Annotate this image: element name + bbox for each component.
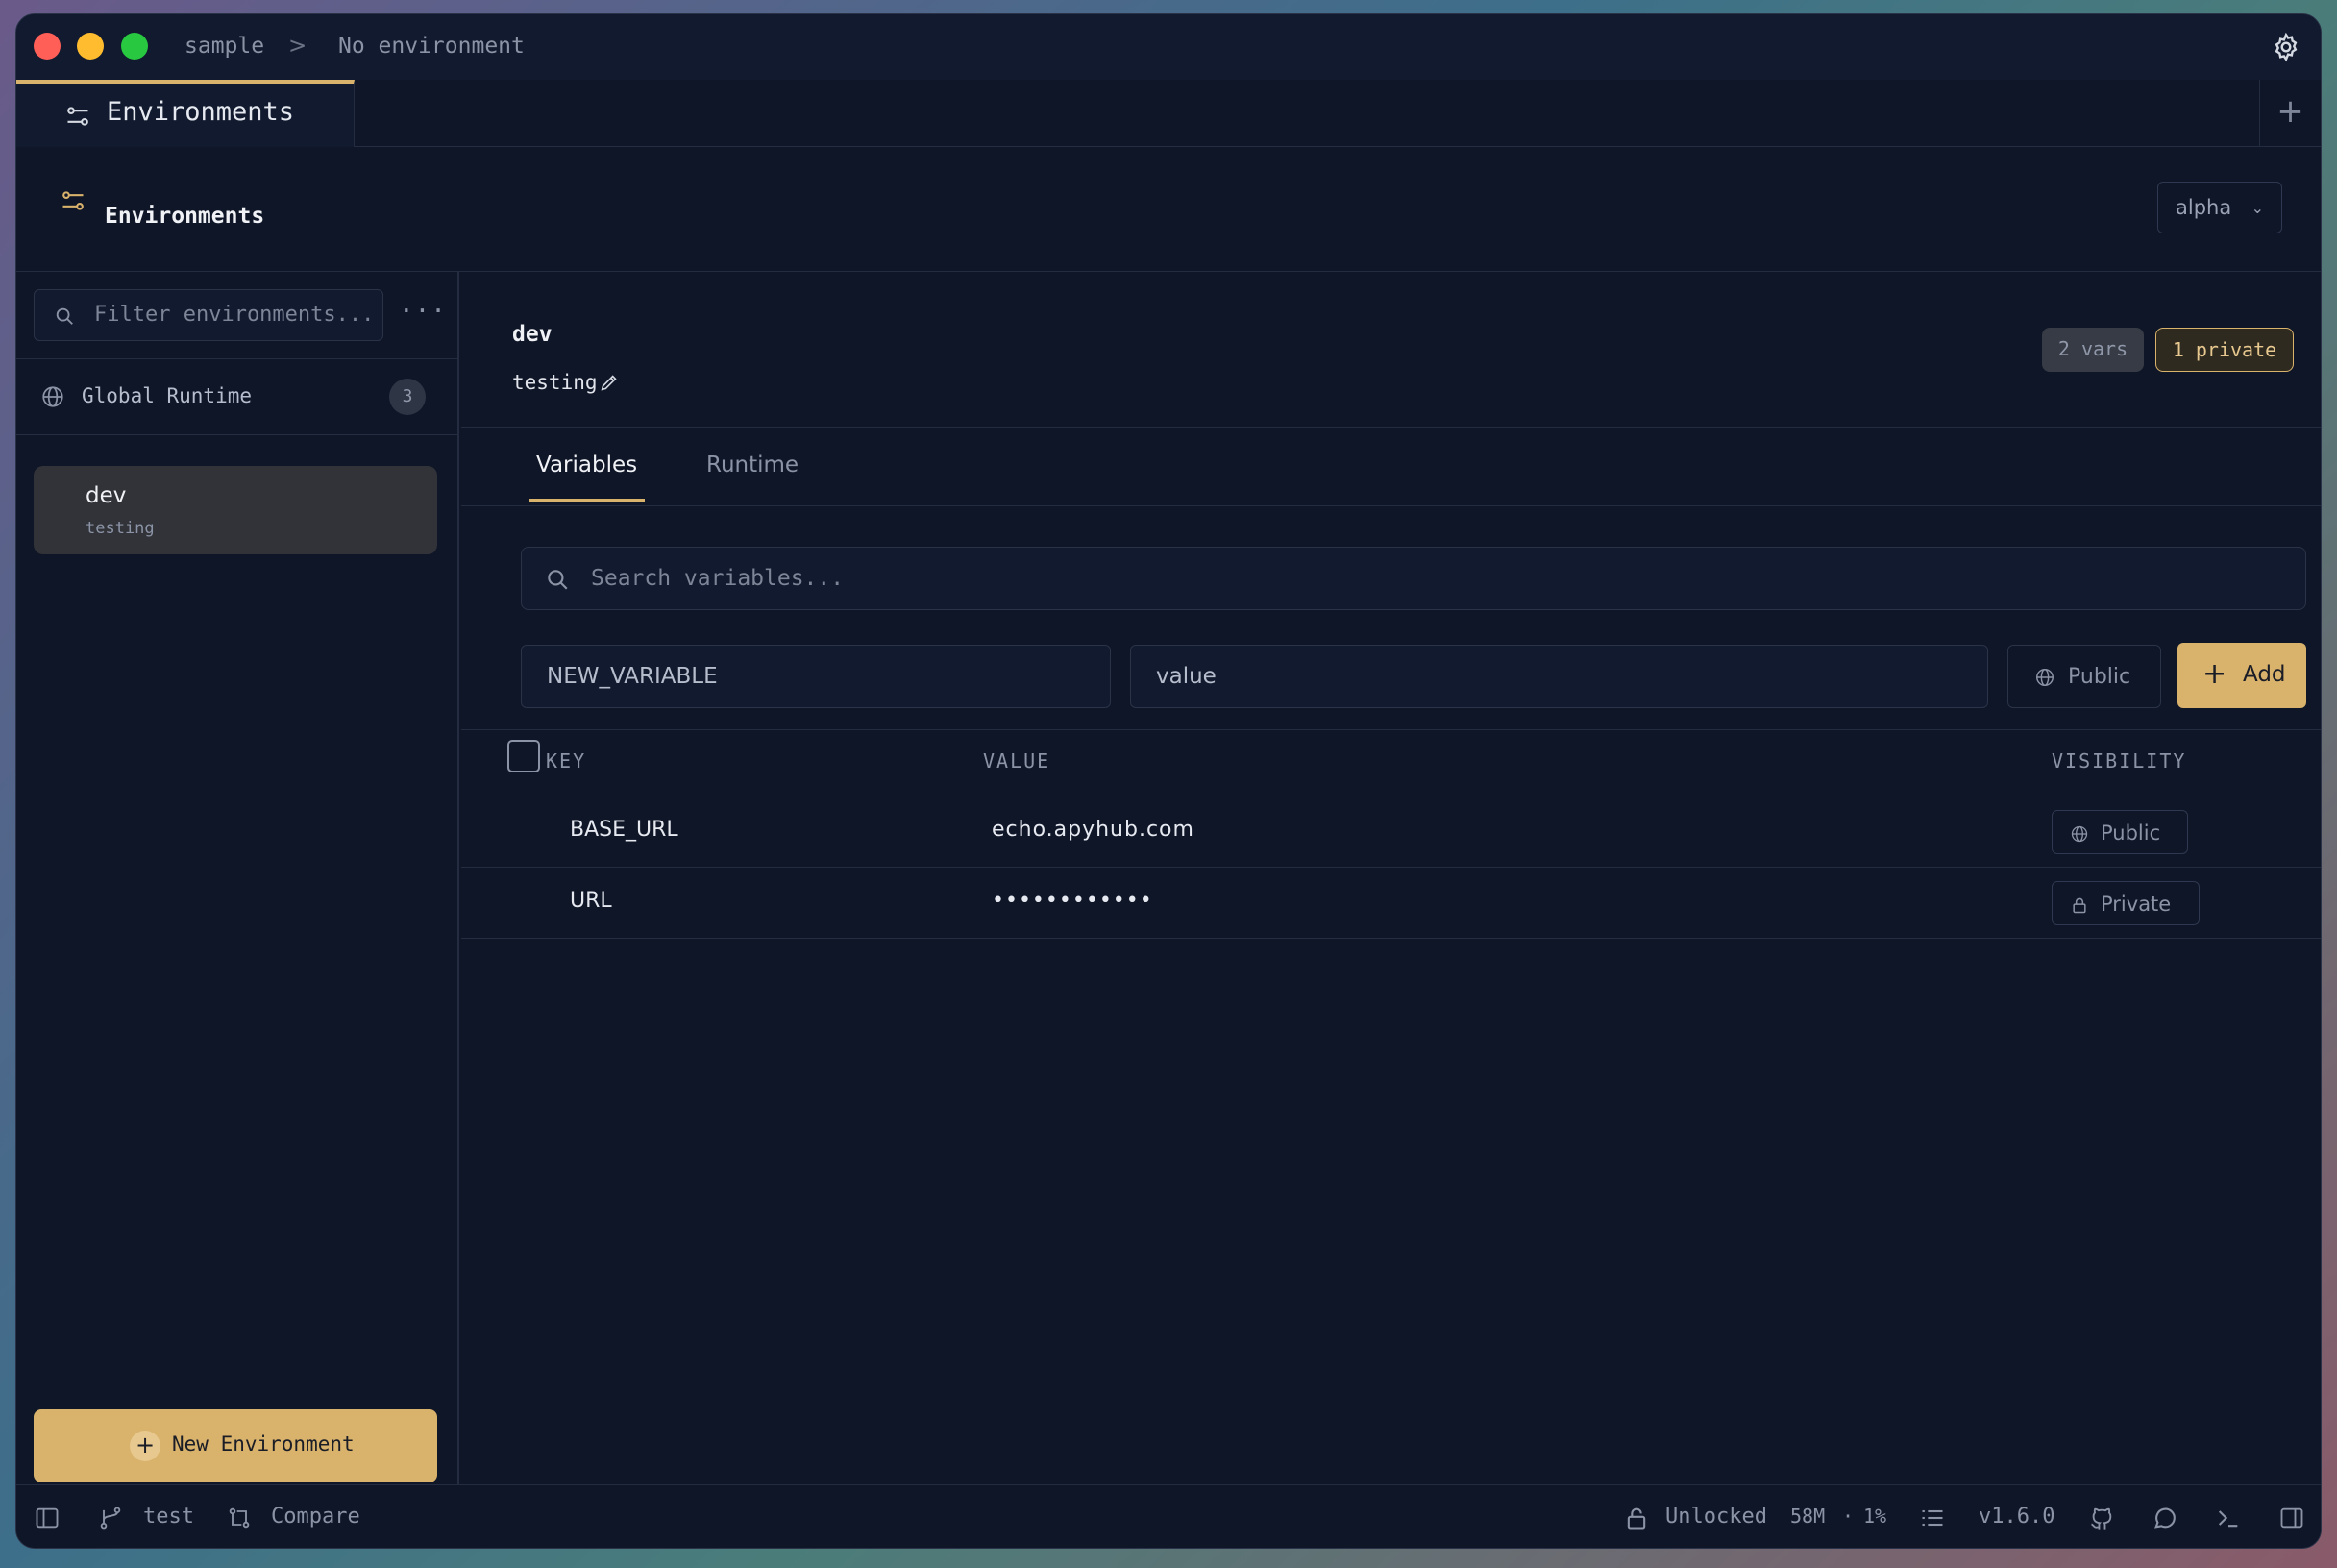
tab-bar: Environments + [16, 80, 2321, 147]
global-runtime-label: Global Runtime [82, 384, 253, 407]
new-variable-key-input[interactable]: NEW_VARIABLE [521, 645, 1111, 708]
github-icon[interactable] [2088, 1505, 2115, 1531]
plus-icon: + [2202, 657, 2227, 691]
unlock-icon [1627, 1507, 1646, 1530]
page-header: Environments alpha ⌄ [16, 147, 2321, 272]
git-branch-icon [100, 1507, 121, 1530]
minimize-window-button[interactable] [77, 33, 104, 60]
lock-icon [2073, 897, 2086, 914]
channel-select-value: alpha [2176, 196, 2232, 219]
visibility-label: Private [2101, 893, 2172, 916]
environment-tabs: Variables Runtime [461, 428, 2321, 506]
filter-placeholder: Filter environments... [94, 303, 375, 327]
environments-sidebar: Filter environments... ··· Global Runtim… [16, 272, 459, 1484]
maximize-window-button[interactable] [121, 33, 148, 60]
visibility-badge-public[interactable]: Public [2052, 810, 2188, 854]
globe-icon [42, 386, 63, 407]
pencil-icon[interactable] [599, 372, 620, 393]
panel-right-icon[interactable] [2278, 1505, 2305, 1531]
column-header-visibility: VISIBILITY [2052, 749, 2187, 772]
chevron-down-icon: ⌄ [2251, 199, 2264, 217]
visibility-toggle-label: Public [2068, 665, 2131, 689]
search-placeholder: Search variables... [591, 566, 845, 591]
globe-icon [2071, 825, 2088, 843]
status-bar: test Compare Unlocked 58M · 1% v1.6.0 [16, 1484, 2321, 1548]
memory-usage: 58M [1790, 1505, 1826, 1528]
page-title: Environments [105, 204, 265, 229]
select-all-checkbox[interactable] [507, 740, 540, 772]
more-options-button[interactable]: ··· [399, 297, 447, 326]
visibility-toggle-button[interactable]: Public [2007, 645, 2161, 708]
global-runtime-count: 3 [389, 379, 426, 415]
new-tab-button[interactable]: + [2259, 80, 2321, 147]
filter-environments-input[interactable]: Filter environments... [34, 289, 383, 341]
column-header-key: KEY [546, 749, 587, 772]
environment-name: dev [512, 322, 553, 347]
visibility-badge-private[interactable]: Private [2052, 881, 2200, 925]
global-runtime-item[interactable]: Global Runtime 3 [16, 358, 457, 435]
title-bar: sample > No environment [16, 14, 2321, 80]
visibility-label: Public [2101, 821, 2161, 845]
column-header-value: VALUE [983, 749, 1051, 772]
branch-name[interactable]: test [143, 1505, 194, 1529]
variable-value: echo.apyhub.com [992, 818, 1194, 842]
lock-status[interactable]: Unlocked [1665, 1505, 1767, 1529]
new-variable-value-input[interactable]: value [1130, 645, 1988, 708]
stat-separator: · [1842, 1505, 1855, 1528]
list-icon[interactable] [1919, 1505, 1946, 1531]
add-variable-button[interactable]: + Add [2177, 643, 2306, 708]
sidebar-item-dev[interactable]: dev testing [34, 466, 437, 554]
plus-icon: + [130, 1431, 160, 1461]
variable-value-masked: •••••••••••• [992, 889, 1153, 913]
gear-icon[interactable] [2271, 32, 2301, 62]
table-row[interactable]: BASE_URL echo.apyhub.com Public [461, 796, 2321, 868]
table-row[interactable]: URL •••••••••••• Private [461, 868, 2321, 939]
compare-button[interactable]: Compare [271, 1505, 360, 1529]
new-environment-label: New Environment [172, 1433, 355, 1456]
new-environment-button[interactable]: + New Environment [34, 1409, 437, 1482]
search-variables-input[interactable]: Search variables... [521, 547, 2306, 610]
tab-runtime[interactable]: Runtime [706, 453, 799, 478]
compare-icon [229, 1507, 250, 1529]
chat-icon[interactable] [2152, 1505, 2178, 1531]
search-icon [56, 307, 73, 325]
environment-detail: dev testing 2 vars 1 private Variables R… [461, 272, 2321, 1484]
tab-variables[interactable]: Variables [528, 453, 646, 502]
globe-icon [2036, 669, 2054, 686]
environment-description: testing [512, 371, 598, 394]
tab-environments[interactable]: Environments [16, 80, 355, 147]
close-window-button[interactable] [34, 33, 61, 60]
terminal-icon[interactable] [2215, 1505, 2242, 1531]
variable-key: URL [570, 889, 612, 913]
variables-table-header: KEY VALUE VISIBILITY [461, 729, 2321, 796]
search-icon [548, 570, 568, 590]
add-variable-label: Add [2243, 662, 2286, 687]
breadcrumb-environment[interactable]: No environment [338, 34, 525, 59]
sliders-icon [67, 107, 88, 126]
variable-key: BASE_URL [570, 818, 678, 842]
environment-header: dev testing 2 vars 1 private [461, 272, 2321, 428]
env-item-name: dev [86, 483, 127, 508]
tab-label: Environments [107, 97, 295, 127]
sidebar-toggle-icon[interactable] [34, 1505, 61, 1531]
cpu-usage: 1% [1863, 1505, 1887, 1528]
breadcrumb-project[interactable]: sample [184, 34, 264, 59]
sliders-icon [62, 191, 84, 210]
channel-select[interactable]: alpha ⌄ [2157, 182, 2282, 233]
env-item-description: testing [86, 519, 155, 538]
vars-count-badge: 2 vars [2042, 328, 2144, 372]
app-window: sample > No environment Environments + E… [15, 13, 2322, 1549]
breadcrumb-separator: > [288, 34, 308, 59]
app-version: v1.6.0 [1979, 1505, 2055, 1529]
private-count-badge: 1 private [2155, 328, 2294, 372]
